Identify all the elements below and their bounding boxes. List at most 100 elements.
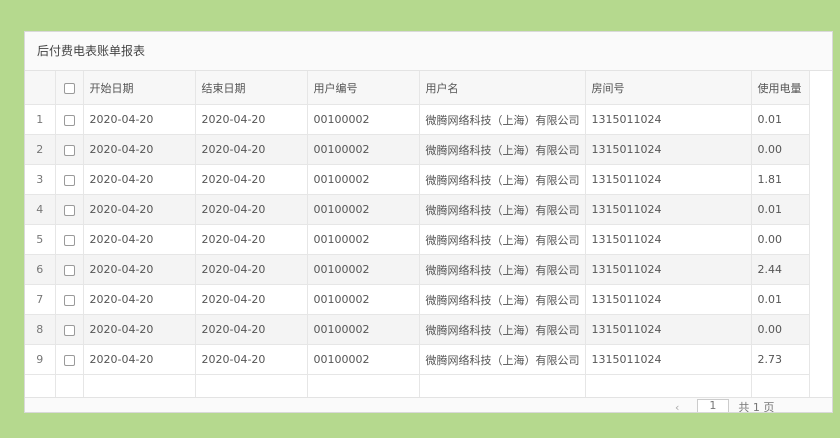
cell-room: 1315011024 xyxy=(585,284,752,315)
table-row[interactable]: 5 2020-04-20 2020-04-20 00100002 微腾网络科技（上海）有… xyxy=(25,224,810,255)
row-select-cell xyxy=(55,134,84,165)
row-checkbox[interactable] xyxy=(63,204,75,216)
row-select-cell xyxy=(55,254,84,285)
row-select-cell xyxy=(55,164,84,195)
row-checkbox[interactable] xyxy=(63,234,75,246)
cell-usage: 0.01 xyxy=(751,104,810,135)
row-select-cell xyxy=(55,284,84,315)
cell-usage: 0.00 xyxy=(751,134,810,165)
row-number: 4 xyxy=(25,194,56,225)
cell-usage: 2.73 xyxy=(751,344,810,375)
row-checkbox[interactable] xyxy=(63,324,75,336)
cell-usage: 0.01 xyxy=(751,284,810,315)
pager: ‹ 1 共 1 页 xyxy=(675,399,775,413)
cell-end-date: 2020-04-20 xyxy=(195,314,308,345)
row-number: 8 xyxy=(25,314,56,345)
row-checkbox[interactable] xyxy=(63,294,75,306)
cell-start-date: 2020-04-20 xyxy=(83,344,196,375)
cell-user-id: 00100002 xyxy=(307,164,420,195)
col-header-start-date[interactable]: 开始日期 xyxy=(83,71,196,105)
cell-start-date: 2020-04-20 xyxy=(83,254,196,285)
row-checkbox[interactable] xyxy=(63,114,75,126)
page-number-input[interactable]: 1 xyxy=(696,399,729,412)
cell-end-date: 2020-04-20 xyxy=(195,344,308,375)
cell-usage: 0.00 xyxy=(751,224,810,255)
report-panel: 后付费电表账单报表 开始日期 结束日期 用户编号 用户名 房间号 使用电量 1 … xyxy=(24,31,833,413)
cell-usage: 0.01 xyxy=(751,194,810,225)
cell-user-id: 00100002 xyxy=(307,104,420,135)
cell-user-name: 微腾网络科技（上海）有限公司 xyxy=(419,314,586,345)
cell-end-date: 2020-04-20 xyxy=(195,254,308,285)
col-header-room[interactable]: 房间号 xyxy=(585,71,752,105)
row-number: 7 xyxy=(25,284,56,315)
table-row[interactable]: 7 2020-04-20 2020-04-20 00100002 微腾网络科技（上海）有… xyxy=(25,284,810,315)
chevron-left-icon[interactable]: ‹ xyxy=(675,401,679,412)
table-row[interactable]: 9 2020-04-20 2020-04-20 00100002 微腾网络科技（上海）有… xyxy=(25,344,810,375)
cell-user-id: 00100002 xyxy=(307,254,420,285)
report-table: 开始日期 结束日期 用户编号 用户名 房间号 使用电量 1 2020-04-20 2… xyxy=(25,71,810,405)
col-header-user-id[interactable]: 用户编号 xyxy=(307,71,420,105)
col-header-end-date[interactable]: 结束日期 xyxy=(195,71,308,105)
cell-user-name: 微腾网络科技（上海）有限公司 xyxy=(419,344,586,375)
row-checkbox[interactable] xyxy=(63,144,75,156)
cell-start-date: 2020-04-20 xyxy=(83,224,196,255)
row-select-cell xyxy=(55,194,84,225)
cell-end-date: 2020-04-20 xyxy=(195,194,308,225)
col-header-user-name[interactable]: 用户名 xyxy=(419,71,586,105)
cell-user-name: 微腾网络科技（上海）有限公司 xyxy=(419,164,586,195)
select-all-checkbox[interactable] xyxy=(63,82,75,94)
cell-usage: 0.00 xyxy=(751,314,810,345)
cell-user-id: 00100002 xyxy=(307,284,420,315)
cell-user-id: 00100002 xyxy=(307,134,420,165)
row-number: 1 xyxy=(25,104,56,135)
cell-start-date: 2020-04-20 xyxy=(83,104,196,135)
col-header-usage[interactable]: 使用电量 xyxy=(751,71,810,105)
cell-start-date: 2020-04-20 xyxy=(83,164,196,195)
row-checkbox[interactable] xyxy=(63,354,75,366)
cell-user-name: 微腾网络科技（上海）有限公司 xyxy=(419,134,586,165)
cell-user-id: 00100002 xyxy=(307,194,420,225)
cell-user-name: 微腾网络科技（上海）有限公司 xyxy=(419,254,586,285)
cell-user-id: 00100002 xyxy=(307,314,420,345)
cell-user-name: 微腾网络科技（上海）有限公司 xyxy=(419,224,586,255)
table-row[interactable]: 2 2020-04-20 2020-04-20 00100002 微腾网络科技（上海）有… xyxy=(25,134,810,165)
row-select-cell xyxy=(55,224,84,255)
cell-start-date: 2020-04-20 xyxy=(83,194,196,225)
cell-start-date: 2020-04-20 xyxy=(83,134,196,165)
total-pages-label: 共 1 页 xyxy=(738,401,775,413)
cell-user-name: 微腾网络科技（上海）有限公司 xyxy=(419,284,586,315)
cell-room: 1315011024 xyxy=(585,314,752,345)
row-number: 6 xyxy=(25,254,56,285)
row-checkbox[interactable] xyxy=(63,174,75,186)
cell-room: 1315011024 xyxy=(585,164,752,195)
cell-end-date: 2020-04-20 xyxy=(195,164,308,195)
cell-room: 1315011024 xyxy=(585,134,752,165)
cell-room: 1315011024 xyxy=(585,104,752,135)
table-row[interactable]: 1 2020-04-20 2020-04-20 00100002 微腾网络科技（上海）有… xyxy=(25,104,810,135)
table-row[interactable]: 6 2020-04-20 2020-04-20 00100002 微腾网络科技（上海）有… xyxy=(25,254,810,285)
cell-room: 1315011024 xyxy=(585,254,752,285)
cell-user-id: 00100002 xyxy=(307,344,420,375)
pagination-bar: ‹ 1 共 1 页 xyxy=(25,397,832,412)
table-row[interactable]: 3 2020-04-20 2020-04-20 00100002 微腾网络科技（上海）有… xyxy=(25,164,810,195)
table-row[interactable]: 8 2020-04-20 2020-04-20 00100002 微腾网络科技（上海）有… xyxy=(25,314,810,345)
cell-user-id: 00100002 xyxy=(307,224,420,255)
row-checkbox[interactable] xyxy=(63,264,75,276)
row-number: 2 xyxy=(25,134,56,165)
cell-user-name: 微腾网络科技（上海）有限公司 xyxy=(419,104,586,135)
cell-room: 1315011024 xyxy=(585,344,752,375)
panel-title: 后付费电表账单报表 xyxy=(25,32,832,71)
row-select-cell xyxy=(55,344,84,375)
table-row[interactable]: 4 2020-04-20 2020-04-20 00100002 微腾网络科技（上海）有… xyxy=(25,194,810,225)
row-number: 3 xyxy=(25,164,56,195)
table-body: 1 2020-04-20 2020-04-20 00100002 微腾网络科技（上海）有… xyxy=(25,104,810,405)
header-row: 开始日期 结束日期 用户编号 用户名 房间号 使用电量 xyxy=(25,71,810,105)
cell-start-date: 2020-04-20 xyxy=(83,284,196,315)
cell-end-date: 2020-04-20 xyxy=(195,134,308,165)
cell-end-date: 2020-04-20 xyxy=(195,104,308,135)
row-number-header xyxy=(25,71,56,105)
cell-end-date: 2020-04-20 xyxy=(195,284,308,315)
row-number: 9 xyxy=(25,344,56,375)
row-select-cell xyxy=(55,314,84,345)
cell-usage: 1.81 xyxy=(751,164,810,195)
